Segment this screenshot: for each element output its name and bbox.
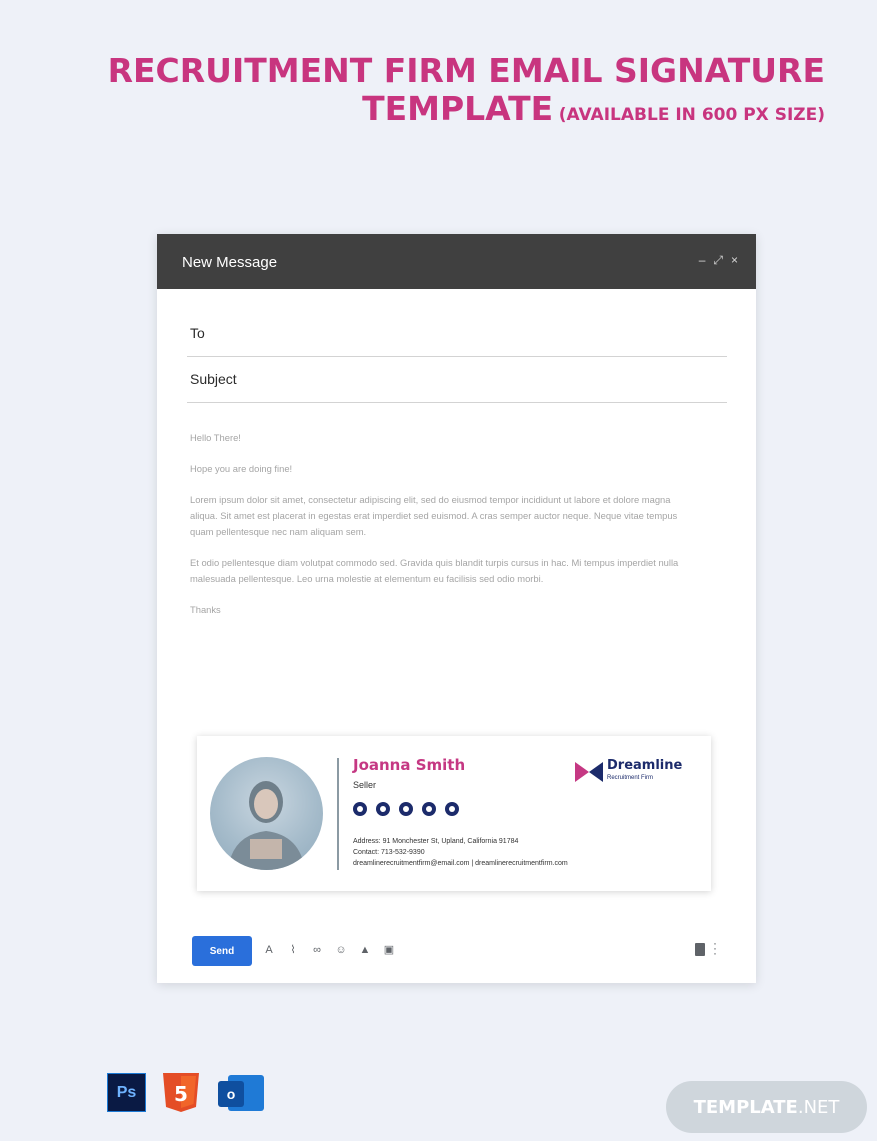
compose-titlebar: New Message – ⤢ × [157, 234, 756, 289]
to-field[interactable]: To [187, 289, 727, 357]
company-tagline: Recruitment Firm [607, 775, 654, 781]
title-line-1: RECRUITMENT FIRM EMAIL SIGNATURE [107, 51, 825, 90]
link-icon[interactable]: ∞ [310, 943, 324, 957]
bowtie-logo-icon [575, 762, 603, 782]
signature-name: Joanna Smith [353, 756, 466, 774]
title-line-2: TEMPLATE [362, 88, 554, 128]
window-controls: – ⤢ × [699, 253, 738, 268]
compose-window: New Message – ⤢ × To Subject Hello There… [157, 234, 756, 983]
photoshop-icon: Ps [107, 1073, 146, 1112]
close-icon[interactable]: × [731, 253, 738, 268]
outlook-icon: o [216, 1073, 266, 1115]
trash-icon[interactable] [695, 943, 705, 956]
formatting-tools: A ⌇ ∞ ☺ ▲ ▣ [262, 943, 396, 957]
compose-title: New Message [182, 254, 278, 271]
to-label: To [190, 325, 205, 341]
linkedin-icon[interactable] [399, 802, 413, 816]
company-name: Dreamline [607, 758, 683, 773]
pinterest-icon[interactable] [445, 802, 459, 816]
message-body[interactable]: Hello There! Hope you are doing fine! Lo… [190, 430, 700, 633]
body-paragraph-2: Et odio pellentesque diam volutpat commo… [190, 557, 679, 584]
format-text-icon[interactable]: A [262, 943, 276, 957]
twitter-icon[interactable] [376, 802, 390, 816]
subject-field[interactable]: Subject [187, 356, 727, 403]
body-closing: Thanks [190, 604, 221, 615]
body-greeting: Hello There! [190, 432, 241, 443]
template-net-badge: TEMPLATE .NET [666, 1081, 867, 1133]
instagram-icon[interactable] [422, 802, 436, 816]
avatar [210, 757, 323, 870]
drive-icon[interactable]: ▲ [358, 943, 372, 957]
signature-email-web[interactable]: dreamlinerecruitmentfirm@email.com | dre… [353, 858, 568, 869]
emoji-icon[interactable]: ☺ [334, 943, 348, 957]
page-title: RECRUITMENT FIRM EMAIL SIGNATURE TEMPLAT… [108, 52, 825, 127]
badge-main: TEMPLATE [693, 1096, 798, 1118]
social-links [353, 802, 459, 816]
signature-role: Seller [353, 780, 377, 790]
compose-toolbar: Send A ⌇ ∞ ☺ ▲ ▣ · · · [192, 936, 737, 966]
more-options-icon[interactable]: · · · [713, 937, 717, 959]
company-logo: Dreamline Recruitment Firm [575, 758, 695, 788]
body-line-2: Hope you are doing fine! [190, 463, 293, 474]
attach-icon[interactable]: ⌇ [286, 943, 300, 957]
body-paragraph-1: Lorem ipsum dolor sit amet, consectetur … [190, 494, 678, 537]
signature-address: Address: 91 Monchester St, Upland, Calif… [353, 838, 519, 845]
expand-icon[interactable]: ⤢ [713, 253, 723, 268]
format-icons: Ps 5 o [107, 1073, 266, 1115]
subject-label: Subject [190, 371, 237, 387]
title-size-note: (AVAILABLE IN 600 PX SIZE) [558, 104, 825, 125]
minimize-icon[interactable]: – [699, 253, 706, 268]
signature-divider [337, 758, 339, 870]
facebook-icon[interactable] [353, 802, 367, 816]
html5-icon: 5 [163, 1073, 199, 1112]
outlook-label: o [218, 1081, 244, 1107]
send-button[interactable]: Send [192, 936, 252, 966]
photo-icon[interactable]: ▣ [382, 943, 396, 957]
email-signature: Joanna Smith Seller Address: 91 Monchest… [197, 736, 711, 891]
badge-suffix: .NET [797, 1096, 840, 1118]
html5-label: 5 [174, 1082, 188, 1106]
signature-contact: Contact: 713-532-9390 [353, 849, 425, 856]
signature-contact-info: Address: 91 Monchester St, Upland, Calif… [353, 836, 568, 869]
